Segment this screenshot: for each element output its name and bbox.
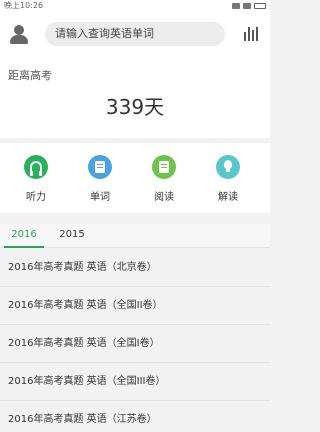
feature-interpretation[interactable]: 解读: [198, 155, 258, 211]
feature-label: 阅读: [154, 192, 174, 203]
list-item[interactable]: 2016年高考真题 英语（北京卷）: [0, 249, 270, 287]
feature-listening[interactable]: 听力: [6, 155, 66, 211]
bar-chart-bar: [252, 30, 254, 41]
year-tabs: 2016 2015: [0, 224, 270, 248]
book-glyph: [95, 161, 105, 173]
avatar-body: [10, 35, 28, 44]
search-placeholder: 请输入查询英语单词: [55, 27, 154, 40]
status-time: 晚上10:26: [4, 1, 44, 10]
headphones-glyph: [30, 161, 42, 176]
status-icons: [232, 0, 266, 12]
exam-list: 2016年高考真题 英语（北京卷） 2016年高考真题 英语（全国II卷） 20…: [0, 249, 270, 432]
battery-icon: [254, 3, 266, 9]
search-input[interactable]: 请输入查询英语单词: [45, 22, 225, 46]
status-bar: 晚上10:26: [0, 0, 270, 12]
tab-2016[interactable]: 2016: [4, 224, 44, 248]
book-icon: [88, 155, 112, 179]
bar-chart-bar: [244, 32, 246, 41]
alarm-icon: [232, 3, 240, 9]
avatar-head: [14, 25, 24, 35]
feature-words[interactable]: 单词: [70, 155, 130, 211]
bar-chart-icon[interactable]: [244, 27, 258, 41]
list-item[interactable]: 2016年高考真题 英语（全国I卷）: [0, 325, 270, 363]
countdown-value: 339天: [105, 95, 165, 119]
feature-label: 听力: [26, 192, 46, 203]
list-item[interactable]: 2016年高考真题 英语（江苏卷）: [0, 401, 270, 432]
lightbulb-icon: [216, 155, 240, 179]
bar-chart-bar: [256, 27, 258, 41]
feature-label: 解读: [218, 192, 238, 203]
document-icon: [152, 155, 176, 179]
countdown-label: 距离高考: [8, 69, 52, 82]
header: 请输入查询英语单词: [0, 12, 270, 58]
exam-countdown: 距离高考 339天: [0, 58, 270, 138]
headphones-icon: [24, 155, 48, 179]
list-item[interactable]: 2016年高考真题 英语（全国III卷）: [0, 363, 270, 401]
document-glyph: [159, 161, 169, 173]
user-icon[interactable]: [10, 25, 28, 45]
wifi-icon: [243, 3, 251, 9]
feature-label: 单词: [90, 192, 110, 203]
app-screen: 晚上10:26 请输入查询英语单词 距离高考 339天 听力 单词 阅读 解读 …: [0, 0, 270, 432]
bar-chart-bar: [248, 27, 250, 41]
feature-grid: 听力 单词 阅读 解读: [0, 143, 270, 213]
tab-2015[interactable]: 2015: [52, 224, 92, 248]
feature-reading[interactable]: 阅读: [134, 155, 194, 211]
lightbulb-glyph: [224, 160, 232, 172]
list-item[interactable]: 2016年高考真题 英语（全国II卷）: [0, 287, 270, 325]
